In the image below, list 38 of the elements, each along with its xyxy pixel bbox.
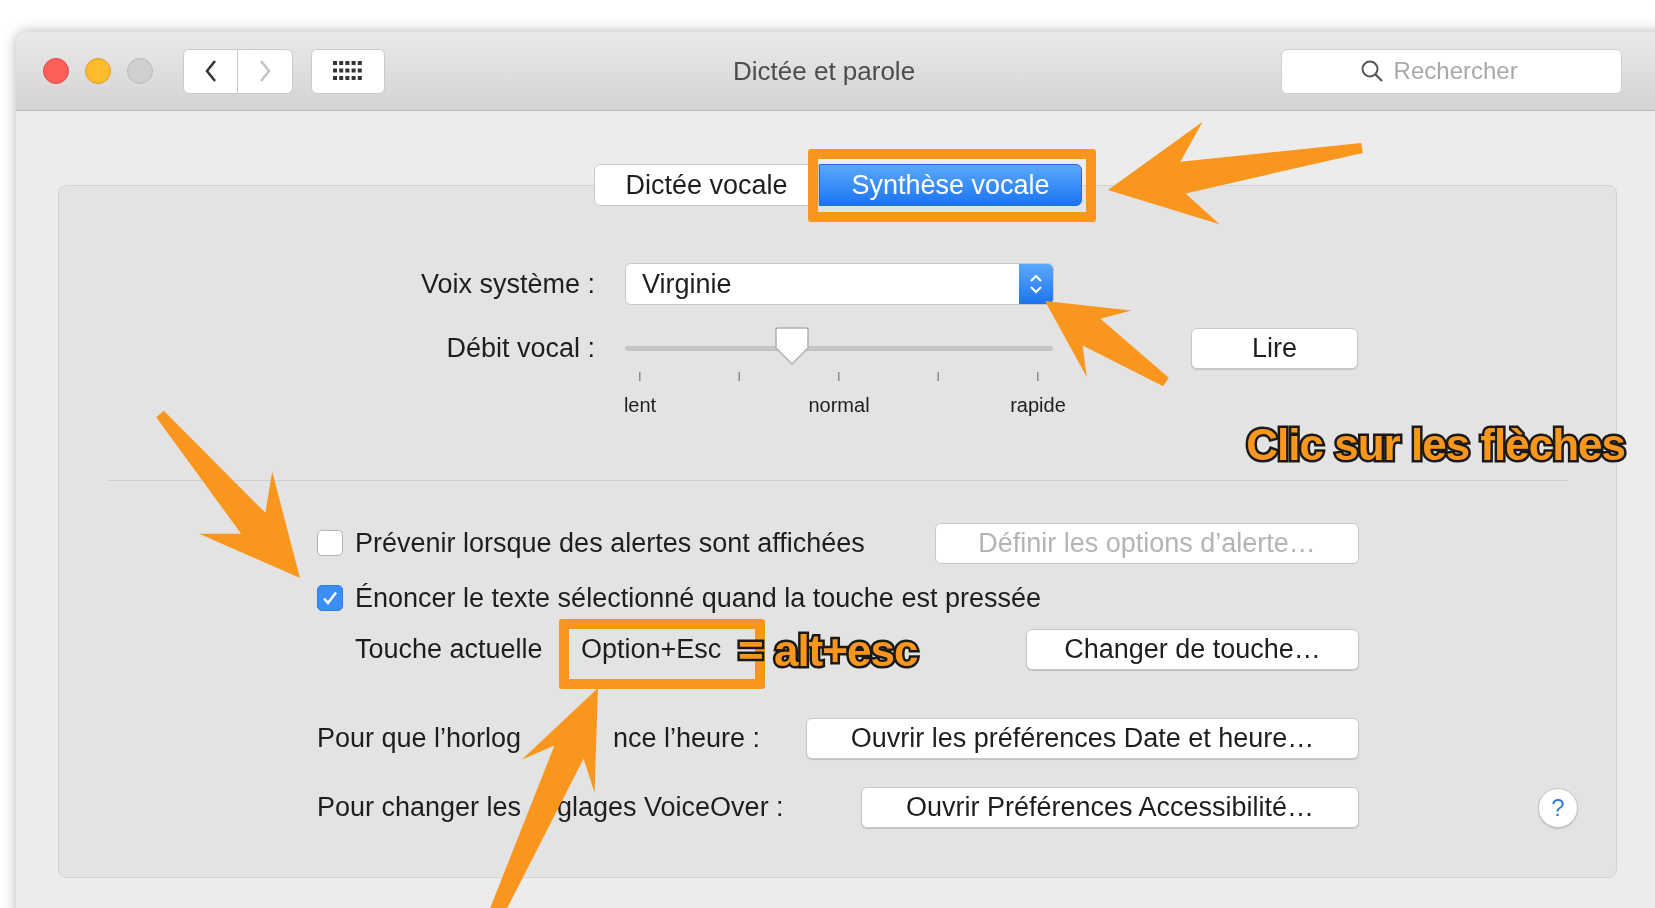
- close-icon[interactable]: [43, 58, 69, 84]
- row-label: nce l’heure :: [613, 722, 761, 756]
- checkbox[interactable]: [317, 585, 343, 611]
- tick-label: normal: [808, 393, 870, 418]
- search-field[interactable]: Rechercher: [1281, 48, 1623, 94]
- window-title: Dictée et parole: [733, 54, 916, 88]
- open-preferences-button[interactable]: Ouvrir les préférences Date et heure…: [806, 718, 1359, 759]
- row-label: Pour changer les: [317, 791, 523, 825]
- tab[interactable]: Dictée vocale: [594, 164, 819, 206]
- rate-label: Débit vocal :: [445, 332, 595, 366]
- row-label: Pour que l’horlog: [317, 722, 523, 756]
- help-button[interactable]: ?: [1538, 787, 1578, 828]
- current-key-label: Touche actuelle: [355, 632, 544, 666]
- checkbox-label: Prévenir lorsque des alertes sont affichées: [355, 526, 865, 560]
- search-icon: [1359, 59, 1384, 83]
- current-key-value: Option+Esc: [581, 632, 722, 666]
- grid-button[interactable]: [311, 48, 385, 94]
- minimize-icon[interactable]: [85, 58, 111, 84]
- checkbox[interactable]: [317, 530, 343, 556]
- change-key-button[interactable]: Changer de touche…: [1026, 628, 1359, 670]
- search-input[interactable]: Rechercher: [1393, 53, 1544, 89]
- chevron-right-icon: [258, 59, 272, 83]
- voice-label: Voix système :: [419, 267, 595, 301]
- voice-popup[interactable]: Virginie: [625, 263, 1054, 305]
- chevron-left-icon: [203, 59, 218, 83]
- row-label: glages VoiceOver :: [557, 791, 784, 825]
- annotation-text: Clic sur les flèches: [1246, 419, 1625, 471]
- voice-value: Virginie: [642, 267, 733, 301]
- grid-icon: [333, 61, 363, 81]
- tick-label: rapide: [1010, 393, 1066, 418]
- checkmark-icon: [321, 589, 339, 607]
- stepper-arrows-icon[interactable]: [1019, 264, 1053, 304]
- back-button[interactable]: [183, 48, 238, 94]
- slider-thumb[interactable]: [773, 326, 810, 366]
- checkbox-label: Énoncer le texte sélectionné quand la touche est pressée: [355, 581, 1041, 615]
- open-preferences-button[interactable]: Ouvrir Préférences Accessibilité…: [861, 787, 1359, 828]
- play-button[interactable]: Lire: [1191, 328, 1358, 369]
- tick-label: lent: [623, 393, 657, 418]
